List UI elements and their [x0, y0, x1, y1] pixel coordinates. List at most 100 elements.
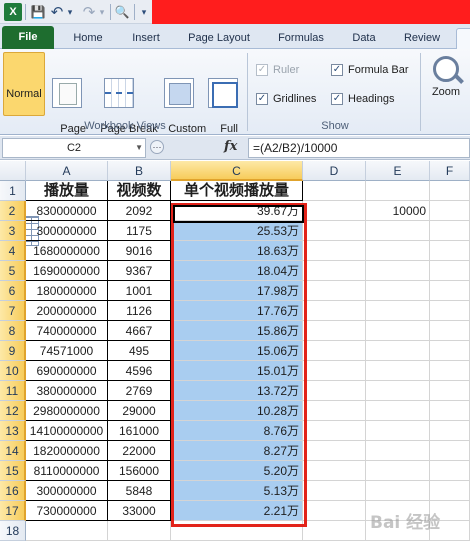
cell-a10[interactable]: 690000000	[26, 361, 108, 381]
row-header-11[interactable]: 11	[0, 381, 26, 401]
tab-review[interactable]: Review	[396, 28, 448, 49]
row-header-14[interactable]: 14	[0, 441, 26, 461]
tab-view[interactable]	[456, 28, 470, 49]
cell-d14[interactable]	[303, 441, 366, 461]
cell-e4[interactable]	[366, 241, 430, 261]
cell-c10[interactable]: 15.01万	[171, 361, 303, 381]
cell-b10[interactable]: 4596	[108, 361, 171, 381]
cell-b14[interactable]: 22000	[108, 441, 171, 461]
cell-b9[interactable]: 495	[108, 341, 171, 361]
cell-e10[interactable]	[366, 361, 430, 381]
cell-c13[interactable]: 8.76万	[171, 421, 303, 441]
cell-f6[interactable]	[430, 281, 470, 301]
cell-d13[interactable]	[303, 421, 366, 441]
cell-b17[interactable]: 33000	[108, 501, 171, 521]
column-header-b[interactable]: B	[108, 161, 171, 181]
cell-a18[interactable]	[26, 521, 108, 541]
cell-a9[interactable]: 74571000	[26, 341, 108, 361]
column-header-d[interactable]: D	[303, 161, 366, 181]
row-header-5[interactable]: 5	[0, 261, 26, 281]
cell-a5[interactable]: 1690000000	[26, 261, 108, 281]
cell-d1[interactable]	[303, 181, 366, 201]
row-header-1[interactable]: 1	[0, 181, 26, 201]
customize-qat-icon[interactable]: ▾	[138, 3, 150, 21]
cell-c11[interactable]: 13.72万	[171, 381, 303, 401]
save-icon[interactable]: 💾	[30, 3, 46, 21]
zoom-button[interactable]: Zoom	[424, 52, 468, 116]
cell-c2[interactable]: 39.67万	[171, 201, 303, 221]
formula-bar-checkbox[interactable]: ✓ Formula Bar	[331, 62, 409, 78]
cell-b18[interactable]	[108, 521, 171, 541]
cell-b1[interactable]: 视频数	[108, 181, 171, 201]
cell-f15[interactable]	[430, 461, 470, 481]
normal-view-button[interactable]: Normal	[3, 52, 45, 246]
cell-f5[interactable]	[430, 261, 470, 281]
cell-e14[interactable]	[366, 441, 430, 461]
custom-views-button[interactable]: Custom Views	[156, 52, 206, 147]
cell-a12[interactable]: 2980000000	[26, 401, 108, 421]
cell-f14[interactable]	[430, 441, 470, 461]
cell-d16[interactable]	[303, 481, 366, 501]
cell-f8[interactable]	[430, 321, 470, 341]
cell-d11[interactable]	[303, 381, 366, 401]
row-header-10[interactable]: 10	[0, 361, 26, 381]
cell-b3[interactable]: 1175	[108, 221, 171, 241]
cell-b16[interactable]: 5848	[108, 481, 171, 501]
cell-d3[interactable]	[303, 221, 366, 241]
cell-d6[interactable]	[303, 281, 366, 301]
cell-d7[interactable]	[303, 301, 366, 321]
cell-c17[interactable]: 2.21万	[171, 501, 303, 521]
cell-a2[interactable]: 830000000	[26, 201, 108, 221]
column-header-f[interactable]: F	[430, 161, 470, 181]
row-header-3[interactable]: 3	[0, 221, 26, 241]
cell-b7[interactable]: 1126	[108, 301, 171, 321]
select-all-corner[interactable]	[0, 161, 26, 181]
row-header-7[interactable]: 7	[0, 301, 26, 321]
row-header-2[interactable]: 2	[0, 201, 26, 221]
cell-a7[interactable]: 200000000	[26, 301, 108, 321]
tab-data[interactable]: Data	[344, 28, 384, 49]
cell-f1[interactable]	[430, 181, 470, 201]
cell-c16[interactable]: 5.13万	[171, 481, 303, 501]
undo-dropdown-icon[interactable]: ▾	[65, 3, 75, 21]
cell-b8[interactable]: 4667	[108, 321, 171, 341]
cell-e8[interactable]	[366, 321, 430, 341]
cell-e3[interactable]	[366, 221, 430, 241]
cell-b11[interactable]: 2769	[108, 381, 171, 401]
cell-a8[interactable]: 740000000	[26, 321, 108, 341]
cell-e15[interactable]	[366, 461, 430, 481]
cell-c9[interactable]: 15.06万	[171, 341, 303, 361]
cell-c14[interactable]: 8.27万	[171, 441, 303, 461]
row-header-17[interactable]: 17	[0, 501, 26, 521]
tab-formulas[interactable]: Formulas	[272, 28, 330, 49]
cell-e16[interactable]	[366, 481, 430, 501]
cell-e12[interactable]	[366, 401, 430, 421]
cell-c7[interactable]: 17.76万	[171, 301, 303, 321]
cell-a16[interactable]: 300000000	[26, 481, 108, 501]
cell-f9[interactable]	[430, 341, 470, 361]
formula-bar-options-icon[interactable]: ⋯	[150, 140, 164, 154]
row-header-15[interactable]: 15	[0, 461, 26, 481]
row-header-12[interactable]: 12	[0, 401, 26, 421]
cell-c18[interactable]	[171, 521, 303, 541]
ruler-checkbox[interactable]: ✓ Ruler	[256, 62, 299, 78]
print-preview-icon[interactable]: 🔍	[114, 3, 130, 21]
cell-a13[interactable]: 14100000000	[26, 421, 108, 441]
row-header-9[interactable]: 9	[0, 341, 26, 361]
cell-b15[interactable]: 156000	[108, 461, 171, 481]
cell-b12[interactable]: 29000	[108, 401, 171, 421]
cell-d4[interactable]	[303, 241, 366, 261]
cell-e7[interactable]	[366, 301, 430, 321]
cell-c3[interactable]: 25.53万	[171, 221, 303, 241]
cell-c5[interactable]: 18.04万	[171, 261, 303, 281]
tab-home[interactable]: Home	[66, 28, 110, 49]
cell-b13[interactable]: 161000	[108, 421, 171, 441]
page-break-preview-button[interactable]: Page Break Preview	[88, 52, 158, 147]
tab-insert[interactable]: Insert	[124, 28, 168, 49]
cell-a17[interactable]: 730000000	[26, 501, 108, 521]
cell-f11[interactable]	[430, 381, 470, 401]
cell-e9[interactable]	[366, 341, 430, 361]
cell-d2[interactable]	[303, 201, 366, 221]
cell-d12[interactable]	[303, 401, 366, 421]
row-header-4[interactable]: 4	[0, 241, 26, 261]
